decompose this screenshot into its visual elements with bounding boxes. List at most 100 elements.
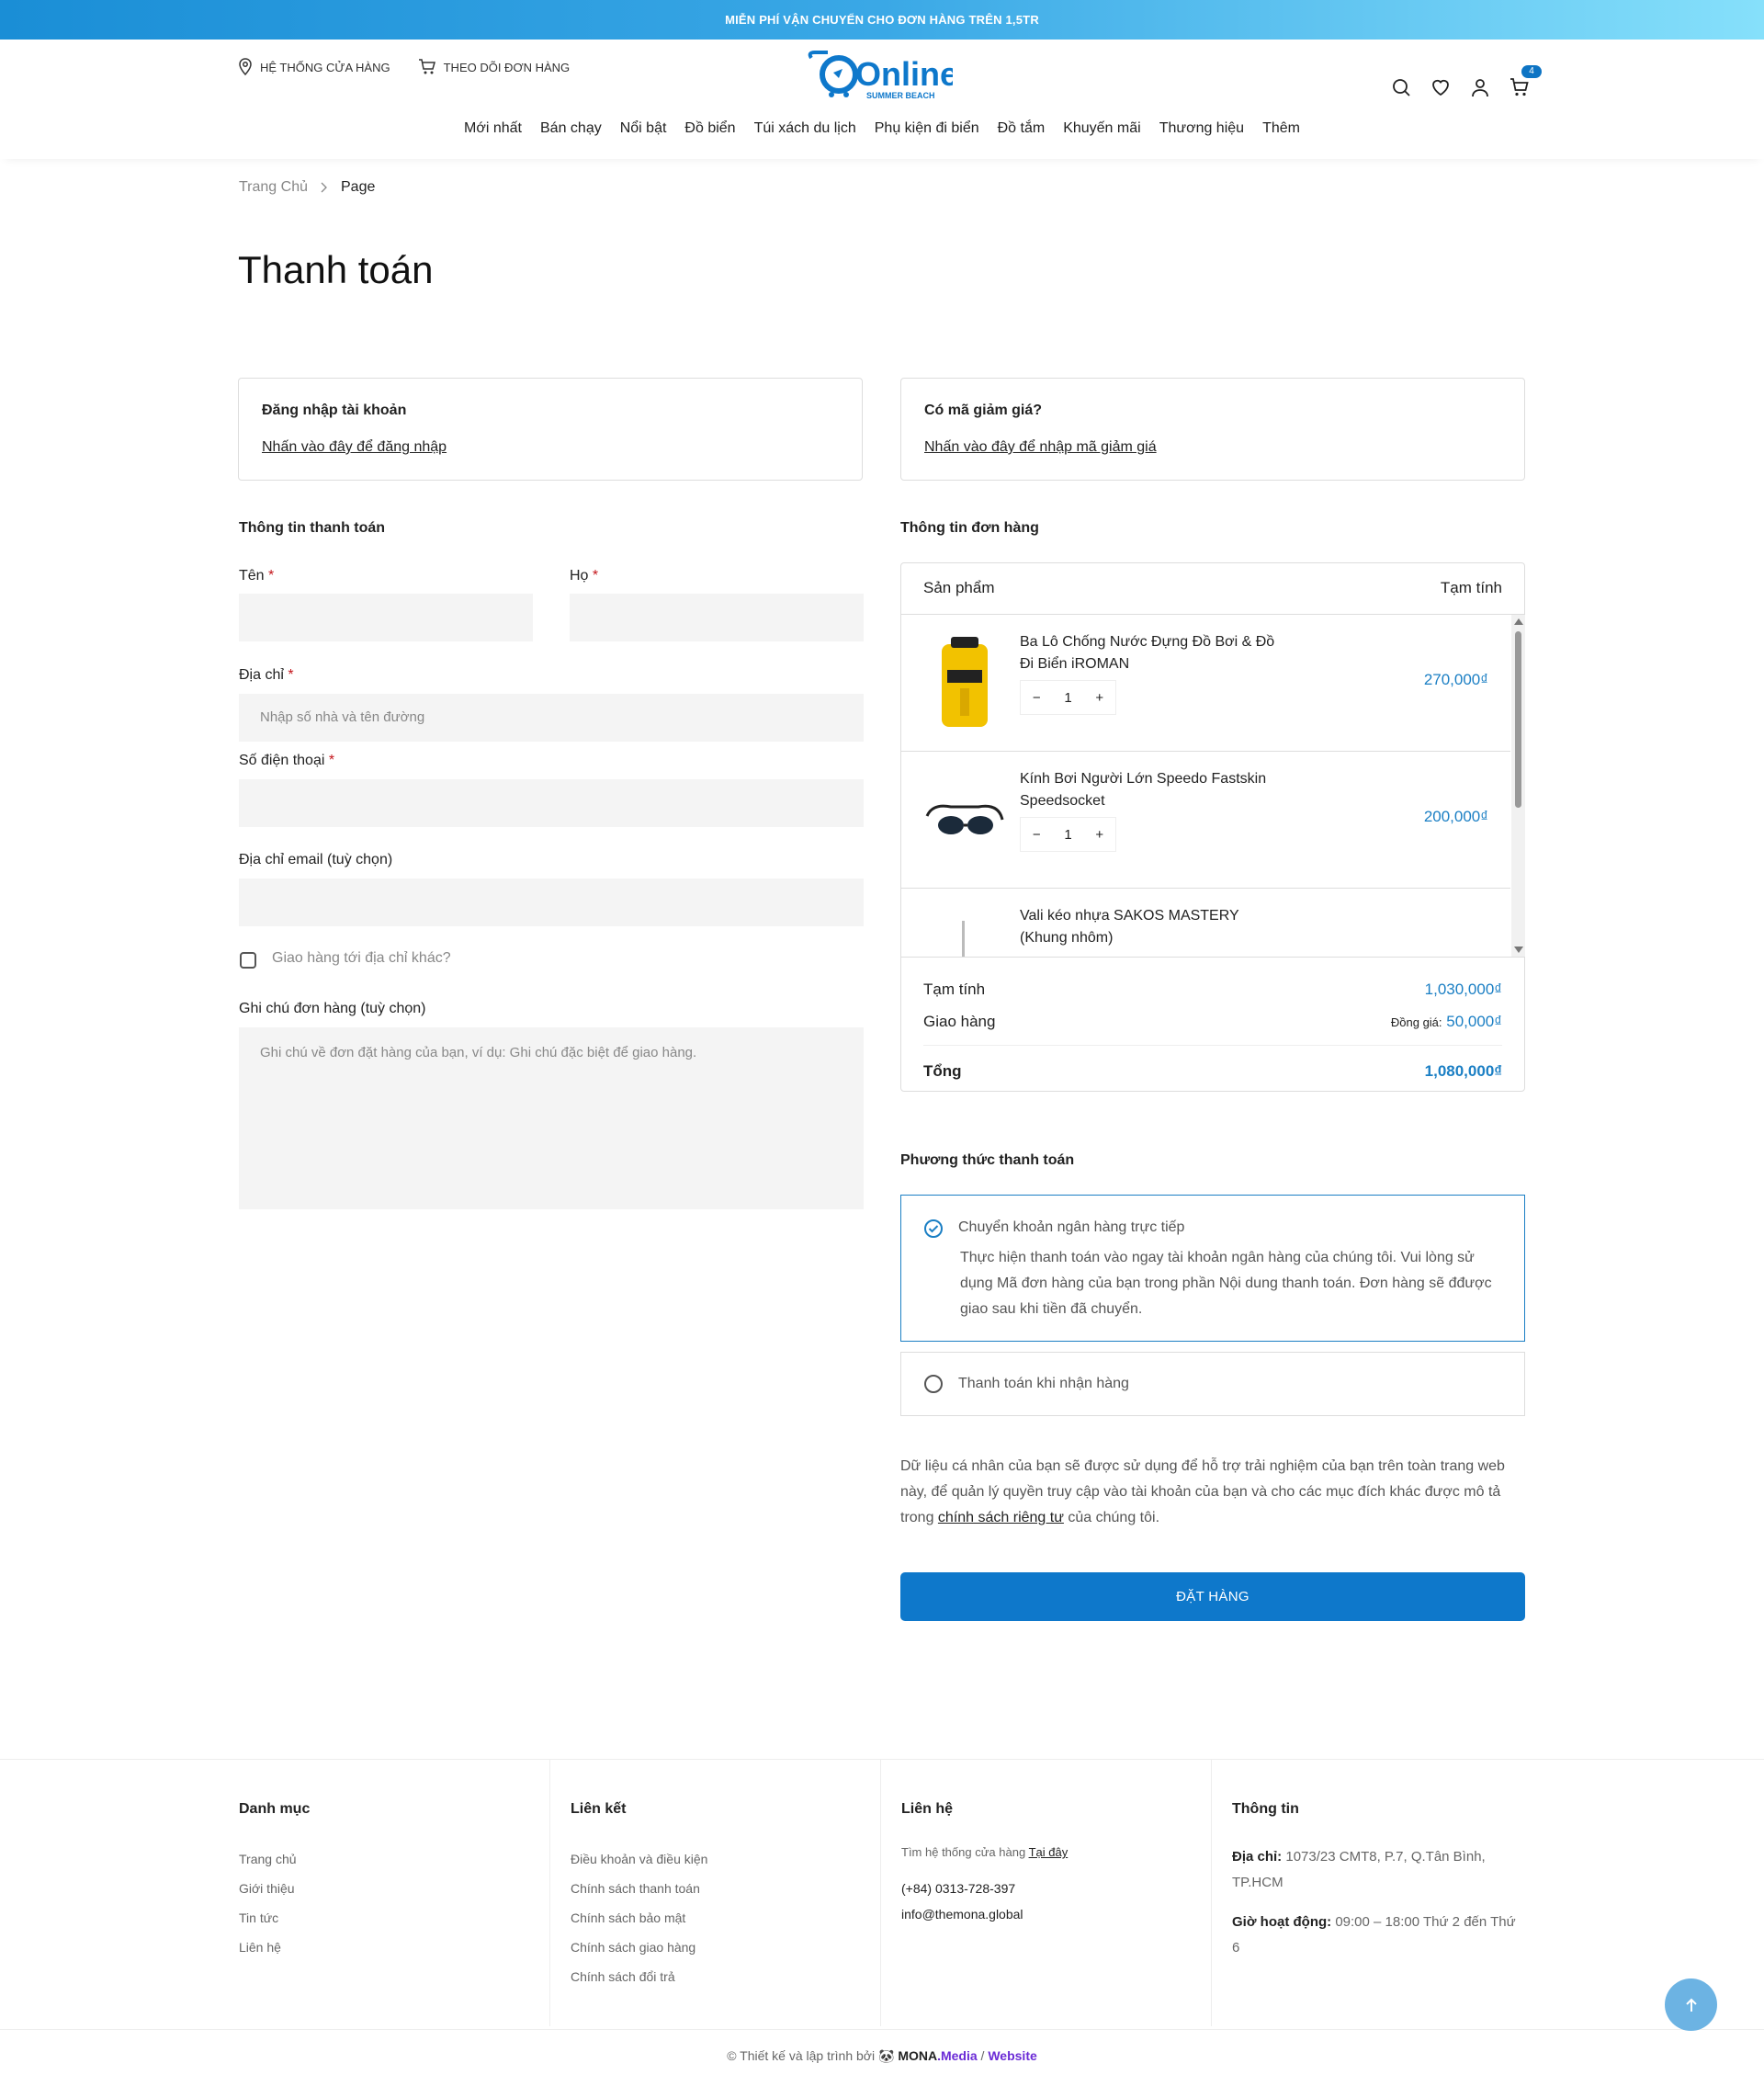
user-icon (1472, 79, 1488, 97)
payment-option-bank-transfer[interactable]: Chuyển khoản ngân hàng trực tiếp Thực hi… (900, 1195, 1525, 1342)
bank-transfer-description: Thực hiện thanh toán vào ngay tài khoản … (960, 1250, 1492, 1317)
coupon-box: Có mã giảm giá? Nhấn vào đây để nhập mã … (900, 378, 1525, 481)
search-button[interactable] (1390, 76, 1412, 98)
order-items-scrollbar[interactable] (1511, 615, 1525, 957)
scroll-down-icon[interactable] (1514, 947, 1523, 953)
order-items-list[interactable]: Ba Lô Chống Nước Đựng Đồ Bơi & Đồ Đi Biể… (901, 615, 1510, 957)
footer-link[interactable]: Tin tức (239, 1910, 278, 1925)
payment-method-title: Phương thức thanh toán (900, 1152, 1075, 1168)
footer-col-links: Liên kết Điều khoản và điều kiện Chính s… (549, 1760, 880, 2026)
copyright-text: © Thiết kế và lập trình bởi (727, 2048, 876, 2063)
footer-link[interactable]: Chính sách giao hàng (571, 1940, 695, 1955)
nav-item-tui-xach[interactable]: Túi xách du lịch (754, 120, 856, 137)
location-pin-icon (239, 58, 252, 76)
mona-media[interactable]: .Media (937, 2048, 978, 2063)
product-name[interactable]: Kính Bơi Người Lớn Speedo Fastskin Speed… (1020, 768, 1277, 812)
product-price: 200,000₫ (1423, 808, 1488, 825)
nav-item-them[interactable]: Thêm (1262, 120, 1300, 137)
total-label: Tổng (923, 1062, 962, 1080)
qty-decrease-button[interactable]: − (1033, 690, 1041, 706)
order-notes-textarea[interactable]: Ghi chú về đơn đặt hàng của bạn, ví dụ: … (239, 1027, 864, 1209)
track-order-link[interactable]: THEO DÕI ĐƠN HÀNG (418, 59, 571, 75)
product-name[interactable]: Ba Lô Chống Nước Đựng Đồ Bơi & Đồ Đi Biể… (1020, 631, 1277, 675)
qty-decrease-button[interactable]: − (1033, 827, 1041, 843)
account-button[interactable] (1469, 76, 1491, 98)
heart-icon (1432, 79, 1449, 96)
first-name-input[interactable] (239, 594, 533, 641)
first-name-label: Tên * (239, 568, 275, 584)
order-table-header: Sản phẩm Tạm tính (901, 563, 1524, 615)
page-title: Thanh toán (238, 248, 434, 291)
order-table: Sản phẩm Tạm tính Ba Lô Chống Nước Đựng … (900, 562, 1525, 1092)
product-name[interactable]: Vali kéo nhựa SAKOS MASTERY (Khung nhôm) (1020, 905, 1277, 949)
coupon-link[interactable]: Nhấn vào đây để nhập mã giảm giá (924, 439, 1157, 456)
breadcrumb-current: Page (341, 179, 376, 195)
login-box-title: Đăng nhập tài khoản (262, 402, 407, 418)
nav-item-ban-chay[interactable]: Bán chạy (540, 120, 602, 137)
ship-different-checkbox[interactable] (240, 952, 256, 969)
phone-input[interactable] (239, 779, 864, 827)
cod-radio[interactable] (924, 1375, 943, 1393)
nav-item-noi-bat[interactable]: Nổi bật (620, 120, 667, 137)
qty-increase-button[interactable]: + (1095, 690, 1103, 706)
place-order-button[interactable]: ĐẶT HÀNG (900, 1572, 1525, 1621)
qty-increase-button[interactable]: + (1095, 827, 1103, 843)
payment-option-cod[interactable]: Thanh toán khi nhận hàng (900, 1352, 1525, 1416)
address-input[interactable]: Nhập số nhà và tên đường (239, 694, 864, 742)
nav-item-do-tam[interactable]: Đồ tắm (998, 120, 1046, 137)
footer-info-title: Thông tin (1232, 1801, 1299, 1817)
ship-different-label: Giao hàng tới địa chỉ khác? (272, 950, 451, 966)
footer-link[interactable]: Điều khoản và điều kiện (571, 1852, 707, 1866)
nav-item-thuong-hieu[interactable]: Thương hiệu (1159, 120, 1244, 137)
cod-title: Thanh toán khi nhận hàng (958, 1376, 1129, 1391)
phone-label: Số điện thoại * (239, 753, 335, 768)
cart-button[interactable]: 4 (1509, 65, 1542, 98)
footer-link[interactable]: Chính sách đổi trả (571, 1969, 675, 1984)
back-to-top-button[interactable] (1665, 1978, 1717, 2031)
footer-phone[interactable]: (+84) 0313-728-397 (901, 1881, 1015, 1896)
footer-col-contact: Liên hệ Tìm hệ thống cửa hàng Tại đây (+… (880, 1760, 1211, 2026)
quantity-stepper: − 1 + (1020, 680, 1116, 715)
site-logo[interactable]: Online SUMMER BEACH (806, 47, 953, 100)
order-notes-label: Ghi chú đơn hàng (tuỳ chọn) (239, 1001, 426, 1016)
mona-website-link[interactable]: Website (988, 2048, 1036, 2063)
track-order-label: THEO DÕI ĐƠN HÀNG (443, 60, 571, 74)
email-input[interactable] (239, 879, 864, 926)
coupon-box-title: Có mã giảm giá? (924, 402, 1043, 418)
wishlist-button[interactable] (1430, 76, 1452, 98)
nav-item-khuyen-mai[interactable]: Khuyến mãi (1063, 120, 1141, 137)
store-system-link[interactable]: HỆ THỐNG CỬA HÀNG (238, 58, 390, 76)
breadcrumb-home[interactable]: Trang Chủ (239, 179, 308, 196)
breadcrumb: Trang Chủ Page (239, 179, 375, 196)
chevron-right-icon (321, 182, 327, 193)
total-row: Tổng 1,080,000₫ (923, 1062, 1502, 1081)
scroll-up-icon[interactable] (1514, 618, 1523, 625)
footer-link[interactable]: Trang chủ (239, 1852, 297, 1866)
last-name-input[interactable] (570, 594, 864, 641)
scrollbar-thumb[interactable] (1515, 631, 1521, 808)
login-box: Đăng nhập tài khoản Nhấn vào đây để đăng… (238, 378, 863, 481)
qty-value[interactable]: 1 (1064, 827, 1071, 843)
footer-email[interactable]: info@themona.global (901, 1907, 1023, 1922)
quantity-stepper: − 1 + (1020, 817, 1116, 852)
footer-link[interactable]: Liên hệ (239, 1940, 281, 1955)
logo-tagline: SUMMER BEACH (866, 91, 935, 100)
qty-value[interactable]: 1 (1064, 690, 1071, 706)
mona-brand[interactable]: MONA (898, 2048, 937, 2063)
promo-topbar: MIỄN PHÍ VẬN CHUYỂN CHO ĐƠN HÀNG TRÊN 1,… (0, 0, 1764, 40)
address-label: Địa chỉ * (239, 667, 294, 683)
footer-link[interactable]: Chính sách thanh toán (571, 1881, 700, 1896)
footer-address: Địa chỉ: 1073/23 CMT8, P.7, Q.Tân Bình, … (1232, 1849, 1486, 1890)
nav-item-phu-kien[interactable]: Phụ kiện đi biển (875, 120, 979, 137)
nav-item-moi-nhat[interactable]: Mới nhất (464, 120, 522, 137)
store-finder-link[interactable]: Tại đây (1029, 1845, 1069, 1859)
privacy-policy-link[interactable]: chính sách riêng tư (938, 1510, 1064, 1525)
cart-icon (1510, 78, 1529, 96)
login-link[interactable]: Nhấn vào đây để đăng nhập (262, 439, 447, 456)
subtotal-label: Tạm tính (923, 981, 986, 998)
footer-link[interactable]: Giới thiệu (239, 1881, 295, 1896)
nav-item-do-bien[interactable]: Đồ biển (684, 120, 735, 137)
footer-link[interactable]: Chính sách bảo mật (571, 1910, 685, 1925)
footer-col-categories: Danh mục Trang chủ Giới thiệu Tin tức Li… (239, 1760, 549, 2026)
footer-links-title: Liên kết (571, 1801, 627, 1817)
